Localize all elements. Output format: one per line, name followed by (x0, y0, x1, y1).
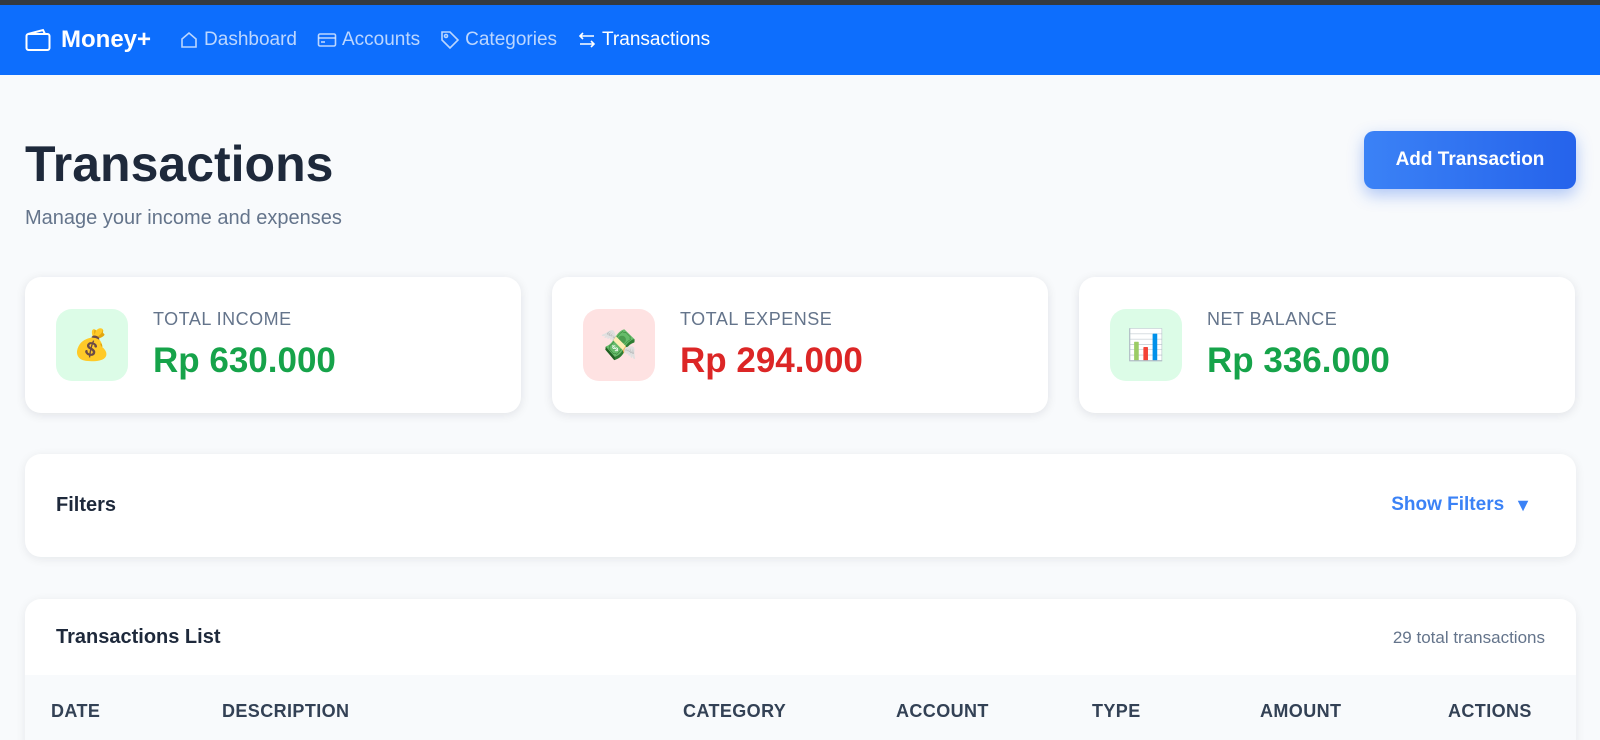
add-transaction-button[interactable]: Add Transaction (1364, 131, 1576, 189)
column-header-amount[interactable]: AMOUNT (1260, 701, 1341, 722)
filters-title: Filters (56, 494, 117, 516)
total-expense-card: 💸 TOTAL EXPENSE Rp 294.000 (552, 277, 1048, 413)
brand[interactable]: Money+ (25, 26, 151, 54)
card-value: Rp 336.000 (1207, 341, 1390, 380)
page-subtitle: Manage your income and expenses (25, 207, 342, 229)
wallet-icon (25, 28, 51, 51)
transactions-list-title: Transactions List (56, 626, 221, 648)
nav-item-label: Dashboard (204, 29, 297, 50)
column-header-type[interactable]: TYPE (1092, 701, 1141, 722)
filters-panel: Filters Show Filters ▼ (25, 454, 1576, 557)
column-header-actions: ACTIONS (1448, 701, 1532, 721)
transactions-list: Transactions List 29 total transactions … (25, 599, 1576, 740)
page-title: Transactions (25, 136, 334, 192)
nav-item-dashboard[interactable]: Dashboard (179, 29, 297, 51)
nav-item-label: Accounts (341, 29, 421, 50)
bar-chart-icon: 📊 (1110, 309, 1182, 381)
credit-card-icon (317, 33, 337, 47)
column-header-category[interactable]: CATEGORY (683, 701, 786, 722)
home-icon (181, 31, 197, 48)
show-filters-label: Show Filters (1391, 494, 1505, 515)
money-with-wings-icon: 💸 (583, 309, 655, 381)
money-bag-icon: 💰 (56, 309, 128, 381)
card-label: TOTAL EXPENSE (680, 309, 833, 329)
table-header: DATE DESCRIPTION CATEGORY ACCOUNT TYPE A… (25, 675, 1576, 740)
show-filters-button[interactable]: Show Filters ▼ (1391, 494, 1532, 516)
card-value: Rp 630.000 (153, 341, 336, 380)
column-header-account[interactable]: ACCOUNT (896, 701, 989, 722)
nav-item-label: Categories (465, 29, 558, 50)
net-balance-card: 📊 NET BALANCE Rp 336.000 (1079, 277, 1575, 413)
arrows-left-right-icon (578, 32, 596, 48)
transactions-count: 29 total transactions (1392, 628, 1545, 647)
column-header-description[interactable]: DESCRIPTION (222, 701, 349, 722)
total-income-card: 💰 TOTAL INCOME Rp 630.000 (25, 277, 521, 413)
nav-item-accounts[interactable]: Accounts (317, 29, 420, 51)
nav-item-transactions[interactable]: Transactions (577, 29, 710, 51)
column-header-date[interactable]: DATE (51, 701, 100, 722)
card-label: TOTAL INCOME (153, 309, 292, 329)
nav-item-categories[interactable]: Categories (440, 29, 557, 51)
card-label: NET BALANCE (1207, 309, 1338, 329)
card-value: Rp 294.000 (680, 341, 863, 380)
navbar: Money+ Dashboard Accounts Categories Tra… (0, 5, 1600, 75)
caret-down-icon: ▼ (1514, 494, 1532, 515)
tag-icon (441, 31, 460, 50)
nav-item-label: Transactions (602, 29, 711, 50)
brand-name: Money+ (61, 26, 152, 53)
